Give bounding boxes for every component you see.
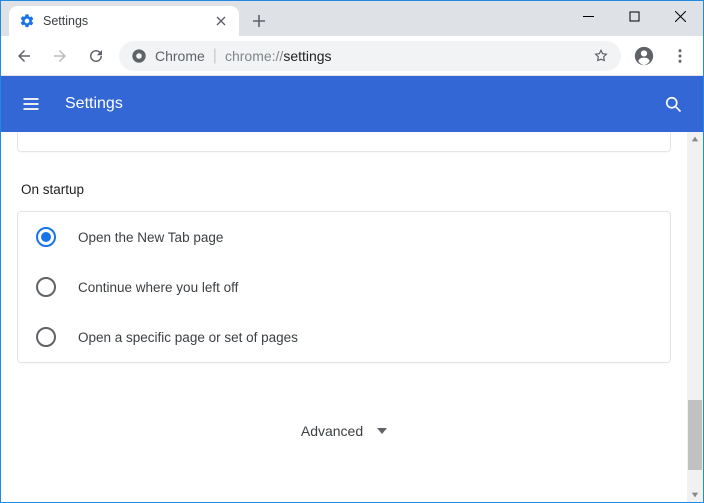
radio-label: Open a specific page or set of pages	[78, 330, 298, 345]
address-bar[interactable]: Chrome | chrome://settings	[119, 41, 621, 71]
advanced-label: Advanced	[301, 423, 363, 439]
window-close-button[interactable]	[657, 1, 703, 31]
close-icon[interactable]	[213, 13, 229, 29]
scroll-down-icon[interactable]	[691, 491, 699, 499]
new-tab-button[interactable]	[245, 7, 273, 35]
radio-icon	[36, 227, 56, 247]
profile-button[interactable]	[627, 39, 661, 73]
startup-option-specific-pages[interactable]: Open a specific page or set of pages	[18, 312, 670, 362]
scrollbar-thumb[interactable]	[688, 400, 702, 470]
overflow-menu-button[interactable]	[663, 39, 697, 73]
minimize-button[interactable]	[565, 1, 611, 31]
radio-icon	[36, 327, 56, 347]
chrome-product-icon	[131, 48, 147, 64]
radio-icon	[36, 277, 56, 297]
window-controls	[565, 1, 703, 36]
forward-button[interactable]	[43, 39, 77, 73]
previous-section-card-tail	[17, 132, 671, 152]
url-text: chrome://settings	[225, 48, 585, 64]
bookmark-star-icon[interactable]	[593, 48, 609, 64]
window-titlebar: Settings	[1, 1, 703, 36]
back-button[interactable]	[7, 39, 41, 73]
startup-option-continue[interactable]: Continue where you left off	[18, 262, 670, 312]
startup-card: Open the New Tab page Continue where you…	[17, 211, 671, 363]
origin-label: Chrome	[155, 48, 205, 64]
settings-header: Settings	[1, 76, 703, 132]
page-title: Settings	[65, 95, 639, 113]
menu-icon[interactable]	[19, 92, 43, 116]
chevron-down-icon	[377, 426, 387, 436]
browser-tab[interactable]: Settings	[9, 6, 239, 36]
section-title-startup: On startup	[21, 182, 671, 197]
search-icon[interactable]	[661, 92, 685, 116]
maximize-button[interactable]	[611, 1, 657, 31]
scrollbar-track[interactable]	[687, 132, 703, 502]
separator: |	[213, 47, 217, 65]
advanced-toggle[interactable]: Advanced	[17, 423, 671, 439]
tab-strip: Settings	[1, 1, 565, 36]
reload-button[interactable]	[79, 39, 113, 73]
scroll-up-icon[interactable]	[691, 135, 699, 143]
toolbar: Chrome | chrome://settings	[1, 36, 703, 76]
radio-label: Continue where you left off	[78, 280, 238, 295]
gear-icon	[19, 13, 35, 29]
startup-option-new-tab[interactable]: Open the New Tab page	[18, 212, 670, 262]
radio-label: Open the New Tab page	[78, 230, 223, 245]
tab-title: Settings	[43, 14, 205, 28]
settings-content: On startup Open the New Tab page Continu…	[1, 132, 703, 502]
